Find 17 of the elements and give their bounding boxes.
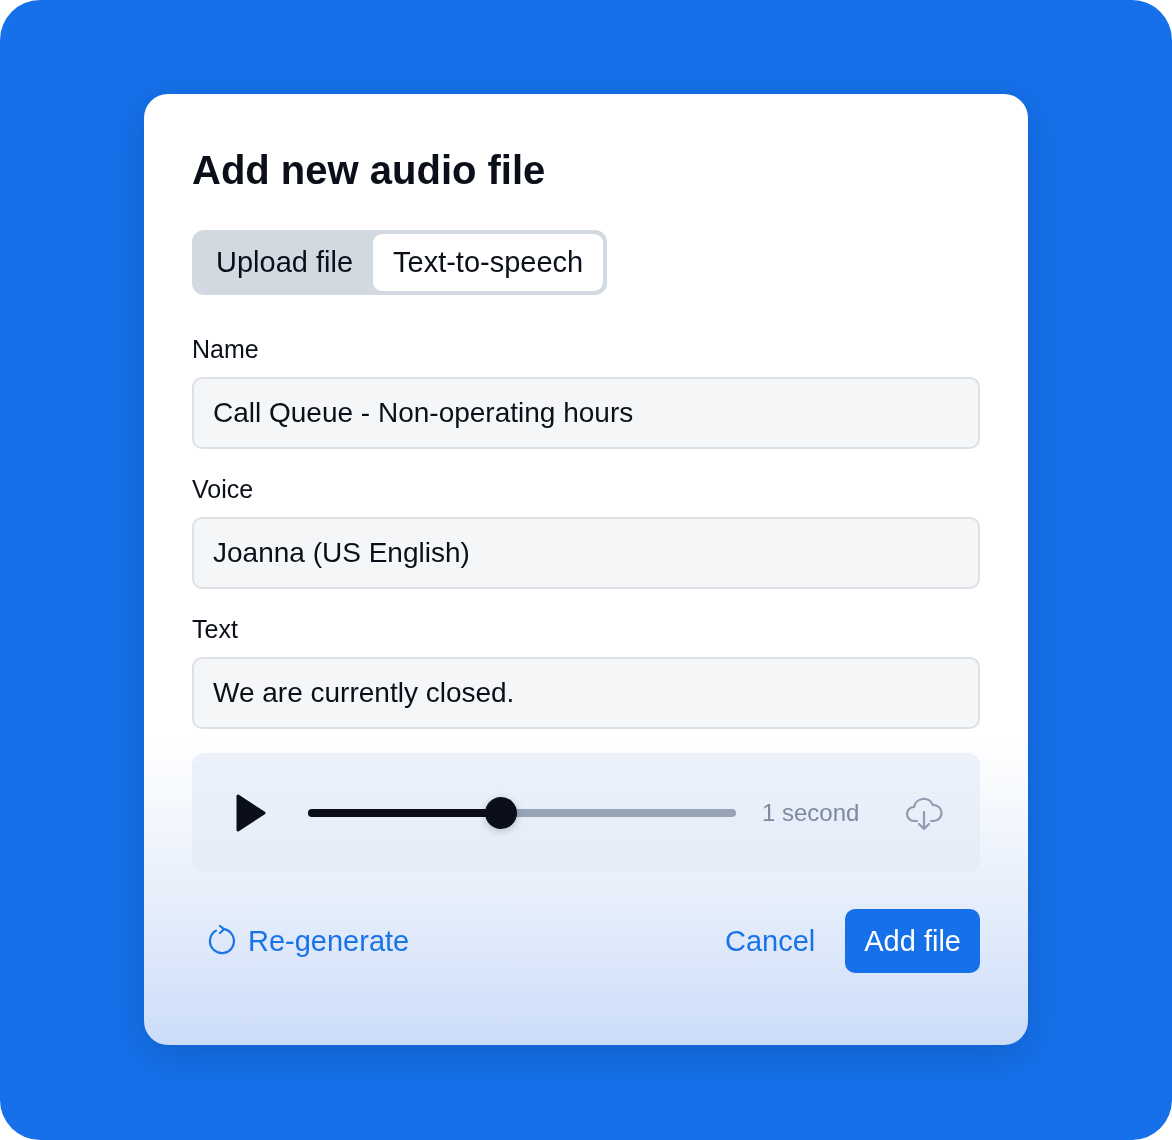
slider-thumb[interactable]	[484, 797, 517, 829]
input-field[interactable]: Call Queue - Non-operating hours	[192, 377, 980, 449]
field-label: Text	[192, 615, 239, 644]
input-field[interactable]: We are currently closed.	[192, 657, 980, 729]
duration-text: 1 second	[762, 799, 860, 827]
cancel-button[interactable]: Cancel	[725, 924, 816, 958]
tab[interactable]: Text-to-speech	[373, 234, 604, 291]
progress-slider[interactable]	[308, 797, 736, 829]
input-field[interactable]: Joanna (US English)	[192, 517, 980, 589]
add-file-button[interactable]: Add file	[845, 909, 980, 973]
tab[interactable]: Upload file	[196, 234, 374, 291]
dialog-title: Add new audio file	[192, 150, 547, 190]
field-label: Name	[192, 335, 260, 364]
regenerate-button[interactable]: Re-generate	[192, 924, 410, 958]
play-icon[interactable]	[236, 793, 266, 833]
field-label: Voice	[192, 475, 255, 504]
refresh-icon	[206, 925, 238, 957]
